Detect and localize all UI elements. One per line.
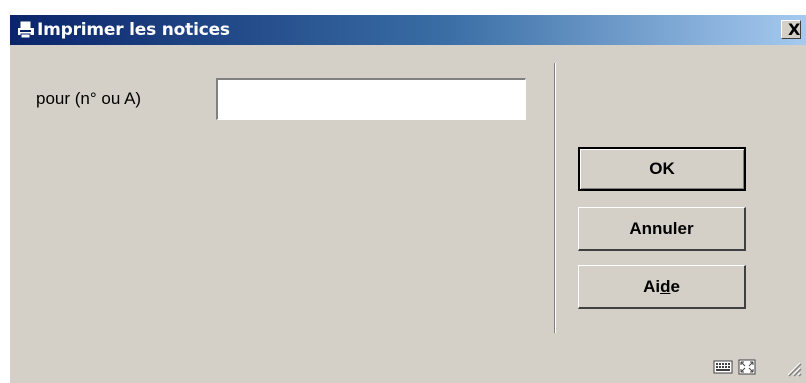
help-label-mnemonic: d xyxy=(660,276,671,296)
help-label-suffix: e xyxy=(670,276,680,296)
title-bar[interactable]: Imprimer les notices X xyxy=(10,15,806,45)
record-number-label: pour (n° ou A) xyxy=(36,89,142,108)
printer-icon xyxy=(18,21,34,39)
help-button[interactable]: Ai d e xyxy=(578,265,746,309)
help-label-prefix: Ai xyxy=(643,276,661,296)
record-number-input[interactable] xyxy=(216,78,526,120)
keyboard-grid-icon[interactable] xyxy=(713,359,733,375)
cancel-button[interactable]: Annuler xyxy=(578,207,746,251)
expand-window-icon[interactable] xyxy=(738,359,756,375)
print-records-dialog: Imprimer les notices X pour (n° ou A) OK… xyxy=(9,14,806,383)
resize-grip-icon[interactable] xyxy=(784,359,802,377)
ok-button[interactable]: OK xyxy=(578,147,746,191)
close-button[interactable]: X xyxy=(781,20,801,39)
vertical-divider xyxy=(554,63,556,333)
window-title: Imprimer les notices xyxy=(37,20,230,40)
